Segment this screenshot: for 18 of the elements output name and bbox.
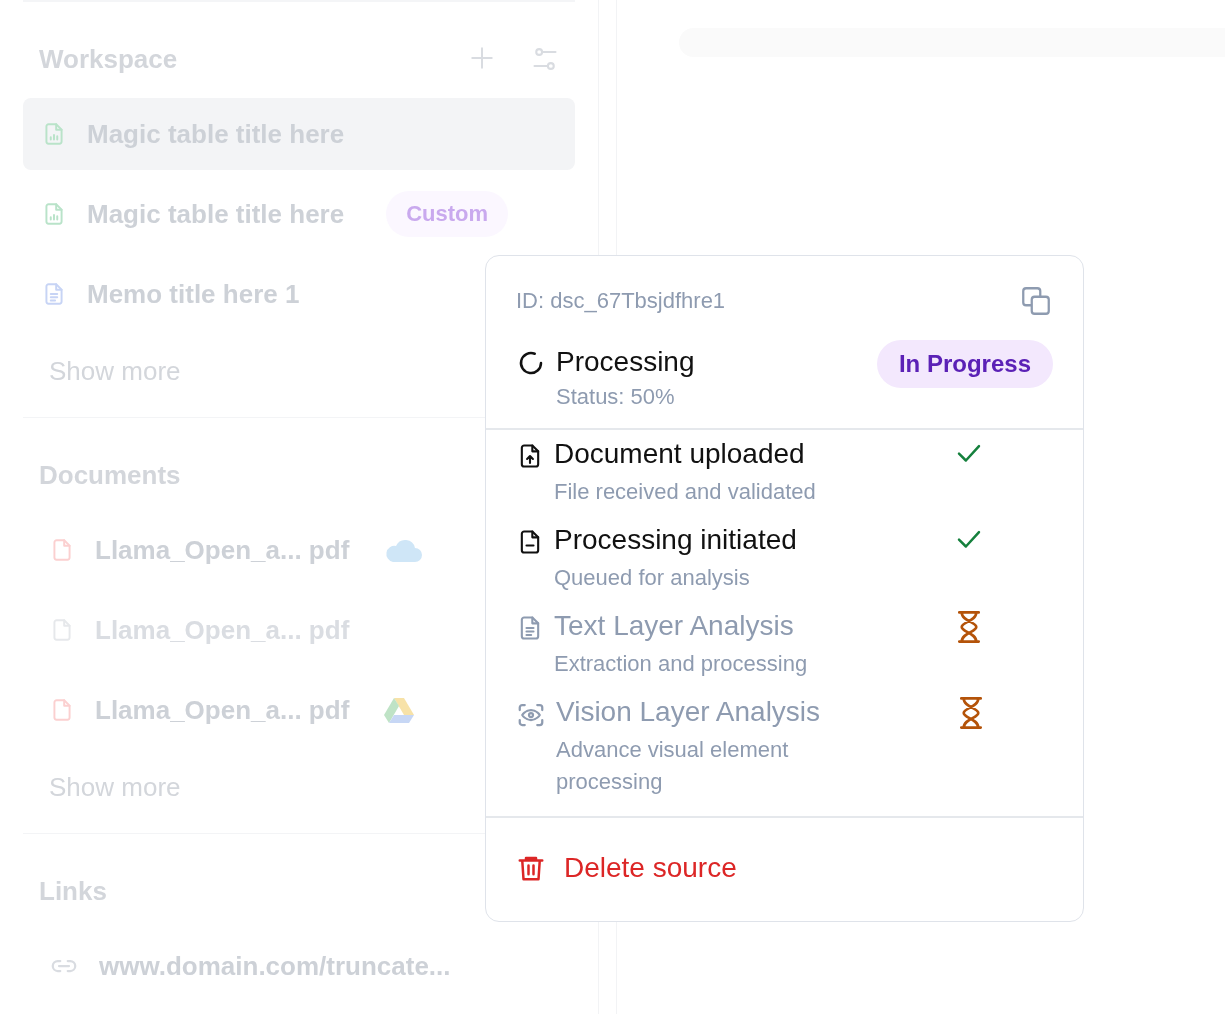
- step-detail: File received and validated: [554, 478, 817, 506]
- step-title: Vision Layer Analysis: [556, 696, 822, 728]
- step-title: Processing initiated: [554, 524, 798, 556]
- step-detail: Queued for analysis: [554, 564, 751, 592]
- step-title: Text Layer Analysis: [554, 610, 795, 642]
- sliders-icon[interactable]: [531, 45, 559, 73]
- copy-icon[interactable]: [1019, 284, 1053, 318]
- step-detail: Extraction and processing: [554, 650, 809, 678]
- status-badge: In Progress: [876, 340, 1053, 388]
- tag: Custom: [386, 191, 509, 237]
- step-detail: Advance visual element processing: [556, 736, 790, 796]
- plus-icon[interactable]: [469, 45, 495, 71]
- status-title: Processing: [556, 346, 695, 378]
- source-id: ID: dsc_67Tbsjdfhre1: [516, 288, 726, 314]
- status-detail: Status: 50%: [556, 384, 676, 410]
- step-title: Document uploaded: [554, 438, 806, 470]
- delete-source-button[interactable]: Delete source: [516, 852, 737, 884]
- triangle-logo-icon: [383, 696, 416, 724]
